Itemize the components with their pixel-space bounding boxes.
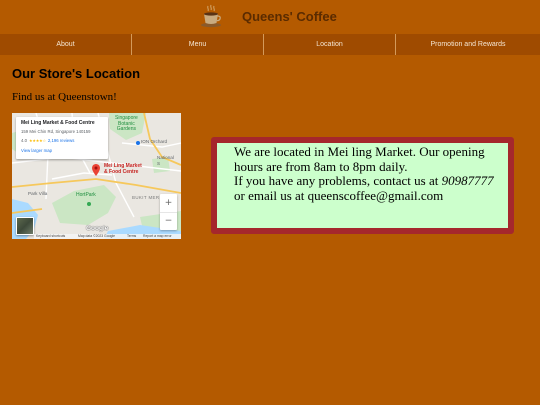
coffee-cup-icon xyxy=(201,4,221,28)
keyboard-shortcuts-link[interactable]: Keyboard shortcuts xyxy=(36,234,65,239)
site-title: Queens' Coffee xyxy=(242,9,337,24)
phone-number: 90987777 xyxy=(441,173,494,188)
store-info-box: We are located in Mei ling Market. Our o… xyxy=(211,137,514,234)
pin-dot xyxy=(94,166,98,170)
map-label-pin: Mei Ling Market & Food Centre xyxy=(104,163,142,175)
report-map-error-link[interactable]: Report a map error xyxy=(143,234,172,239)
map-label-line: Gardens xyxy=(116,126,136,133)
location-pin-icon[interactable] xyxy=(92,164,100,176)
map-label-hortpark: HortPark xyxy=(76,192,96,198)
nav-item-location[interactable]: Location xyxy=(263,34,395,55)
place-card: Mei Ling Market & Food Centre 159 Mei Ch… xyxy=(16,117,108,159)
email-address: queenscoffee@gmail.com xyxy=(307,187,444,203)
map-label-bukit-merah: BUKIT MER xyxy=(132,195,160,200)
site-header: Queens' Coffee xyxy=(0,0,540,34)
store-hours-text: We are located in Mei ling Market. Our o… xyxy=(234,144,485,174)
zoom-out-button[interactable]: − xyxy=(160,212,177,230)
rating-stars: ★★★★☆ xyxy=(28,138,46,143)
google-logo: Google xyxy=(86,225,109,232)
coffee-surface xyxy=(204,12,218,16)
park-icon[interactable] xyxy=(87,202,91,206)
shopping-icon[interactable] xyxy=(136,141,140,145)
contact-line: If you have any problems, contact us at … xyxy=(234,173,508,189)
steam xyxy=(207,4,215,12)
map-label-line: & Food Centre xyxy=(104,169,139,175)
satellite-toggle[interactable] xyxy=(16,217,34,235)
map-label-national: National S xyxy=(157,155,174,167)
map-label-botanic-gardens: Singapore Botanic Gardens xyxy=(115,115,138,133)
rating-value: 4.0 xyxy=(21,138,27,143)
reviews-link[interactable]: 2,196 reviews xyxy=(48,138,75,144)
map-label-ion-orchard: ION Orchard xyxy=(141,139,168,144)
nav-item-promotion-rewards[interactable]: Promotion and Rewards xyxy=(395,34,540,55)
page-heading: Our Store's Location xyxy=(12,66,141,81)
terms-link[interactable]: Terms xyxy=(127,234,136,239)
nav-item-about[interactable]: About xyxy=(0,34,131,55)
map-data-credit: Map data ©2023 Google xyxy=(78,234,115,238)
place-name: Mei Ling Market & Food Centre xyxy=(21,120,95,126)
email-prefix: or email us at xyxy=(234,187,308,203)
map-label-line: S xyxy=(157,161,161,166)
view-larger-map-link[interactable]: View larger map xyxy=(21,148,103,154)
place-address: 159 Mei Chin Rd, Singapore 140159 xyxy=(21,129,91,134)
main-nav: About Menu Location Promotion and Reward… xyxy=(0,34,540,55)
place-rating-row: 4.0 ★★★★☆ 2,196 reviews xyxy=(21,138,103,144)
nav-item-menu[interactable]: Menu xyxy=(131,34,263,55)
zoom-in-button[interactable]: + xyxy=(160,194,177,212)
location-intro: Find us at Queenstown! xyxy=(12,91,117,103)
email-line: or email us at queenscoffee@gmail.com xyxy=(234,187,508,204)
map-label-park-villa: Park Villa xyxy=(28,191,48,196)
zoom-control: + − xyxy=(160,194,177,230)
contact-prefix: If you have any problems, contact us at xyxy=(234,173,442,188)
pin-shape xyxy=(92,164,100,176)
embedded-map[interactable]: Singapore Botanic Gardens ION Orchard Na… xyxy=(12,113,181,239)
map-attribution-bar: Keyboard shortcuts Map data ©2023 Google… xyxy=(34,234,181,239)
